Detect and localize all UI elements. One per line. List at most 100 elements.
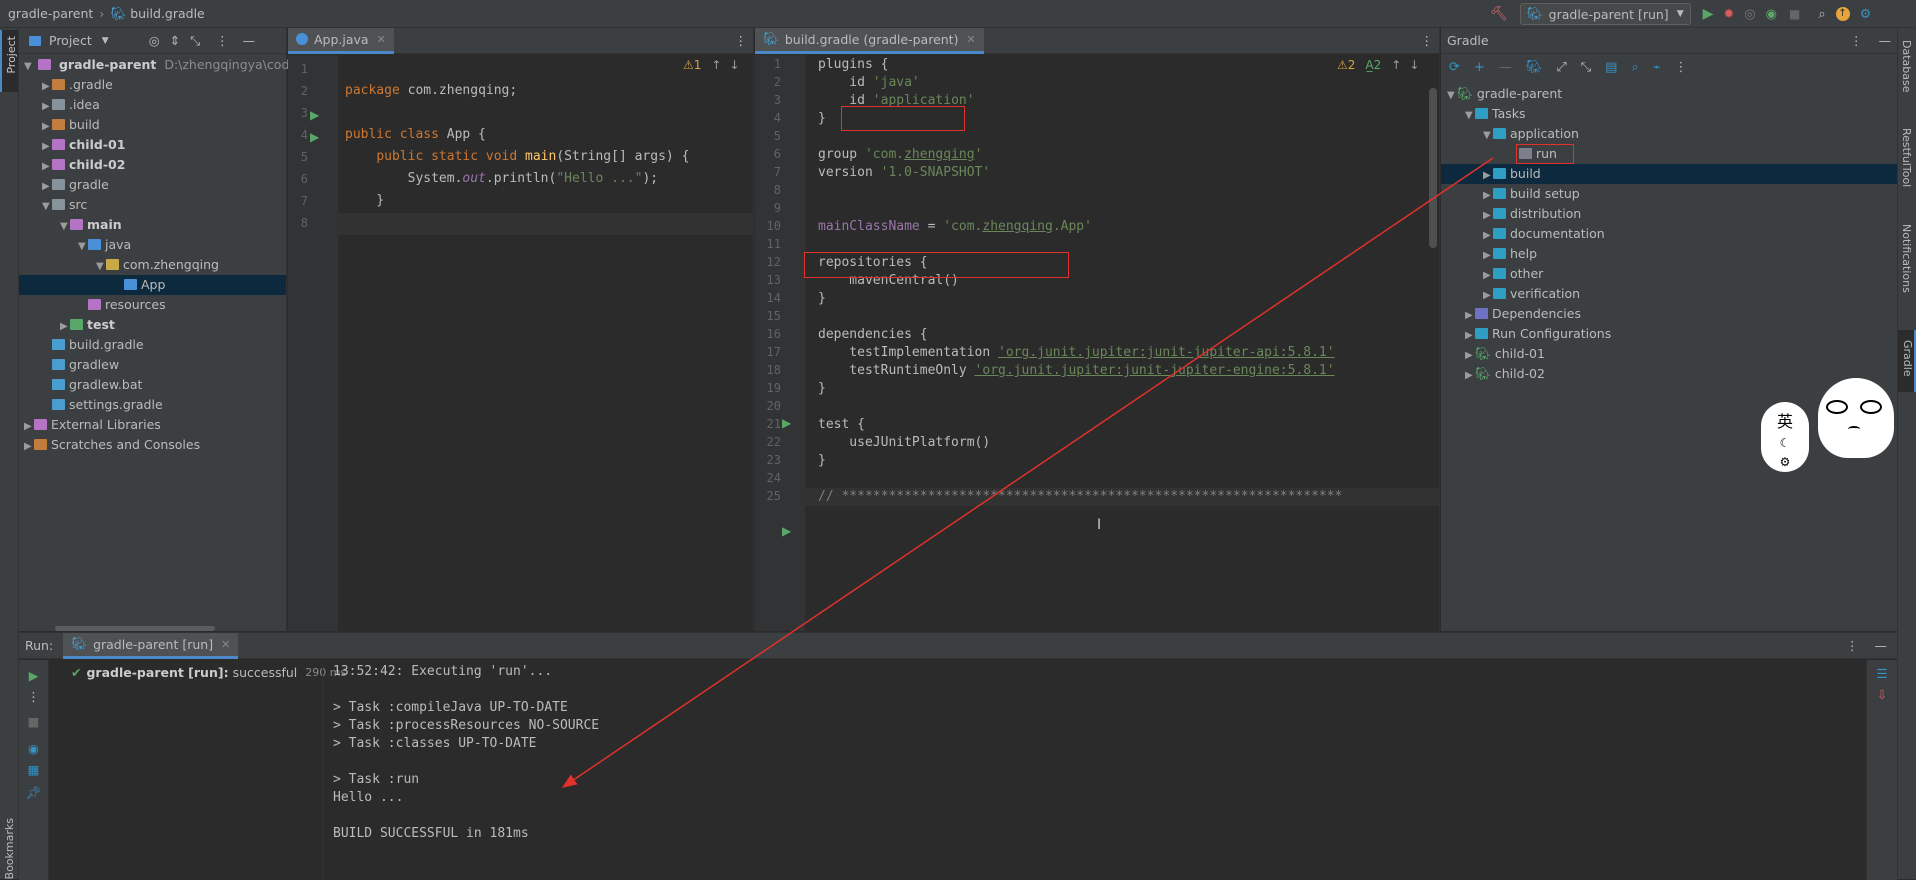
tree-item[interactable]: App — [19, 275, 286, 295]
run-configurations-node[interactable]: ▶ Run Configurations — [1441, 324, 1897, 344]
close-icon[interactable]: ✕ — [221, 638, 230, 651]
task-group-other[interactable]: ▶ other — [1441, 264, 1897, 284]
java-code[interactable]: package com.zhengqing; public class App … — [345, 58, 689, 234]
tree-item[interactable]: ▼ com.zhengqing — [19, 255, 286, 275]
chevron-right-icon[interactable]: ▶ — [42, 117, 52, 137]
run-gutter-icon[interactable]: ▶ — [310, 130, 319, 144]
expand-all-icon[interactable]: ⤢ — [1556, 60, 1566, 75]
tree-item[interactable]: ▶ test — [19, 315, 286, 335]
offline-icon[interactable]: ⌁ — [1653, 60, 1661, 75]
arrow-down-icon[interactable]: ↓ — [729, 58, 739, 72]
chevron-right-icon[interactable]: ▶ — [24, 437, 34, 457]
run-tree-item[interactable]: ✔ gradle-parent [run]: successful 290 ms — [71, 663, 346, 681]
gradle-tool-button[interactable]: Gradle — [1898, 330, 1916, 392]
chevron-down-icon[interactable]: ▼ — [42, 197, 52, 217]
tree-item[interactable]: ▶ child-02 — [19, 155, 286, 175]
arrow-up-icon[interactable]: ↑ — [1391, 58, 1401, 72]
task-group-documentation[interactable]: ▶ documentation — [1441, 224, 1897, 244]
tree-item[interactable]: ▶ External Libraries — [19, 415, 286, 435]
minimize-icon[interactable]: — — [1875, 638, 1888, 653]
chevron-right-icon[interactable]: ▶ — [42, 97, 52, 117]
tree-item[interactable]: ▼ src — [19, 195, 286, 215]
console-output[interactable]: 13:52:42: Executing 'run'... > Task :comp… — [333, 663, 599, 843]
tree-item[interactable]: ▶ build — [19, 115, 286, 135]
inspection-widget[interactable]: ⚠2 A̲2 ↑ ↓ — [1337, 58, 1419, 72]
chevron-right-icon[interactable]: ▶ — [42, 77, 52, 97]
restful-tool-button[interactable]: RestfulTool — [1900, 128, 1913, 187]
run-gutter-icon[interactable]: ▶ — [782, 416, 791, 430]
stop-icon[interactable]: ■ — [19, 714, 48, 729]
chevron-right-icon[interactable]: ▶ — [42, 177, 52, 197]
vertical-scrollbar[interactable] — [1429, 88, 1437, 248]
dependencies-node[interactable]: ▶ Dependencies — [1441, 304, 1897, 324]
notifications-tool-button[interactable]: Notifications — [1900, 224, 1913, 293]
debug-icon[interactable]: ✹ — [1723, 7, 1734, 22]
close-icon[interactable]: ✕ — [966, 33, 975, 46]
inspection-widget[interactable]: ⚠1 ↑ ↓ — [683, 58, 740, 72]
expand-all-icon[interactable]: ⇕ — [170, 33, 180, 48]
settings-icon[interactable]: ⋮ — [1675, 60, 1688, 75]
minimize-icon[interactable]: — — [243, 33, 256, 48]
tasks-node[interactable]: ▼ Tasks — [1441, 104, 1897, 124]
more-options-icon[interactable]: ⋮ — [216, 33, 229, 48]
breadcrumb-file[interactable]: build.gradle — [130, 6, 205, 21]
more-options-icon[interactable]: ⋮ — [735, 33, 748, 48]
tree-item[interactable]: ▶ Scratches and Consoles — [19, 435, 286, 455]
tree-root[interactable]: ▼ gradle-parent D:\zhengqingya\code\v — [19, 55, 309, 75]
layout-icon[interactable]: ▦ — [19, 762, 48, 777]
pin-icon[interactable]: 📌︎ — [19, 785, 48, 801]
run-gutter-icon[interactable]: ▶ — [782, 524, 791, 538]
more-options-icon[interactable]: ⋮ — [19, 689, 48, 704]
chevron-right-icon[interactable]: ▶ — [42, 137, 52, 157]
tab-app-java[interactable]: App.java ✕ — [288, 27, 394, 54]
tree-item[interactable]: ▶ .idea — [19, 95, 286, 115]
arrow-down-icon[interactable]: ↓ — [1409, 58, 1419, 72]
task-group-build[interactable]: ▶ build — [1441, 164, 1897, 184]
tree-item[interactable]: gradlew — [19, 355, 286, 375]
add-icon[interactable]: + — [1474, 60, 1485, 75]
eye-icon[interactable]: ◉ — [19, 741, 48, 756]
chevron-right-icon[interactable]: ▶ — [60, 317, 70, 337]
settings-icon[interactable]: ⚙ — [1860, 7, 1872, 22]
application-group[interactable]: ▼ application — [1441, 124, 1897, 144]
gradle-root[interactable]: ▼ 🐘︎ gradle-parent — [1441, 84, 1897, 104]
chevron-down-icon[interactable]: ▼ — [102, 36, 109, 46]
chevron-down-icon[interactable]: ▼ — [78, 237, 88, 257]
horizontal-scrollbar[interactable] — [55, 626, 215, 631]
search-icon[interactable]: ⌕ — [1818, 7, 1825, 22]
locate-icon[interactable]: ◎ — [149, 33, 160, 48]
profile-icon[interactable]: ◉ — [1766, 7, 1777, 22]
more-options-icon[interactable]: ⋮ — [1850, 33, 1863, 48]
run-task[interactable]: run — [1441, 144, 1897, 164]
dependencies-icon[interactable]: ▤ — [1605, 60, 1617, 75]
breadcrumb-project[interactable]: gradle-parent — [8, 6, 93, 21]
project-panel-title[interactable]: Project — [49, 33, 92, 48]
tree-item[interactable]: ▶ gradle — [19, 175, 286, 195]
more-options-icon[interactable]: ⋮ — [1421, 33, 1434, 48]
collapse-all-icon[interactable]: ⤡ — [1581, 60, 1591, 75]
more-options-icon[interactable]: ⋮ — [1846, 638, 1859, 653]
chevron-right-icon[interactable]: ▶ — [42, 157, 52, 177]
run-gutter-icon[interactable]: ▶ — [310, 108, 319, 122]
run-tab[interactable]: 🐘︎ gradle-parent [run] ✕ — [63, 632, 239, 659]
project-tool-button[interactable]: Project — [0, 30, 18, 92]
task-group-verification[interactable]: ▶ verification — [1441, 284, 1897, 304]
chevron-right-icon[interactable]: ▶ — [24, 417, 34, 437]
run-config-selector[interactable]: 🐘︎ gradle-parent [run] ▼ — [1519, 3, 1691, 25]
tree-item[interactable]: ▼ java — [19, 235, 286, 255]
tree-item[interactable]: ▶ .gradle — [19, 75, 286, 95]
rerun-icon[interactable]: ▶ — [19, 668, 48, 683]
minimize-icon[interactable]: — — [1879, 33, 1892, 48]
tree-item[interactable]: resources — [19, 295, 286, 315]
scroll-to-end-icon[interactable]: ⇩ — [1867, 687, 1897, 702]
analyze-icon[interactable]: ⌕ — [1631, 60, 1638, 75]
gradle-module-child-01[interactable]: ▶ 🐘︎ child-01 — [1441, 344, 1897, 364]
coverage-icon[interactable]: ◎ — [1744, 7, 1755, 22]
database-tool-button[interactable]: Database — [1900, 40, 1913, 93]
bookmarks-tool-button[interactable]: Bookmarks — [0, 818, 18, 880]
tree-item[interactable]: build.gradle — [19, 335, 286, 355]
tree-item[interactable]: settings.gradle — [19, 395, 286, 415]
refresh-icon[interactable]: ⟳ — [1449, 60, 1460, 75]
run-icon[interactable]: ▶ — [1703, 6, 1714, 22]
tab-build-gradle[interactable]: 🐘︎ build.gradle (gradle-parent) ✕ — [755, 27, 984, 54]
